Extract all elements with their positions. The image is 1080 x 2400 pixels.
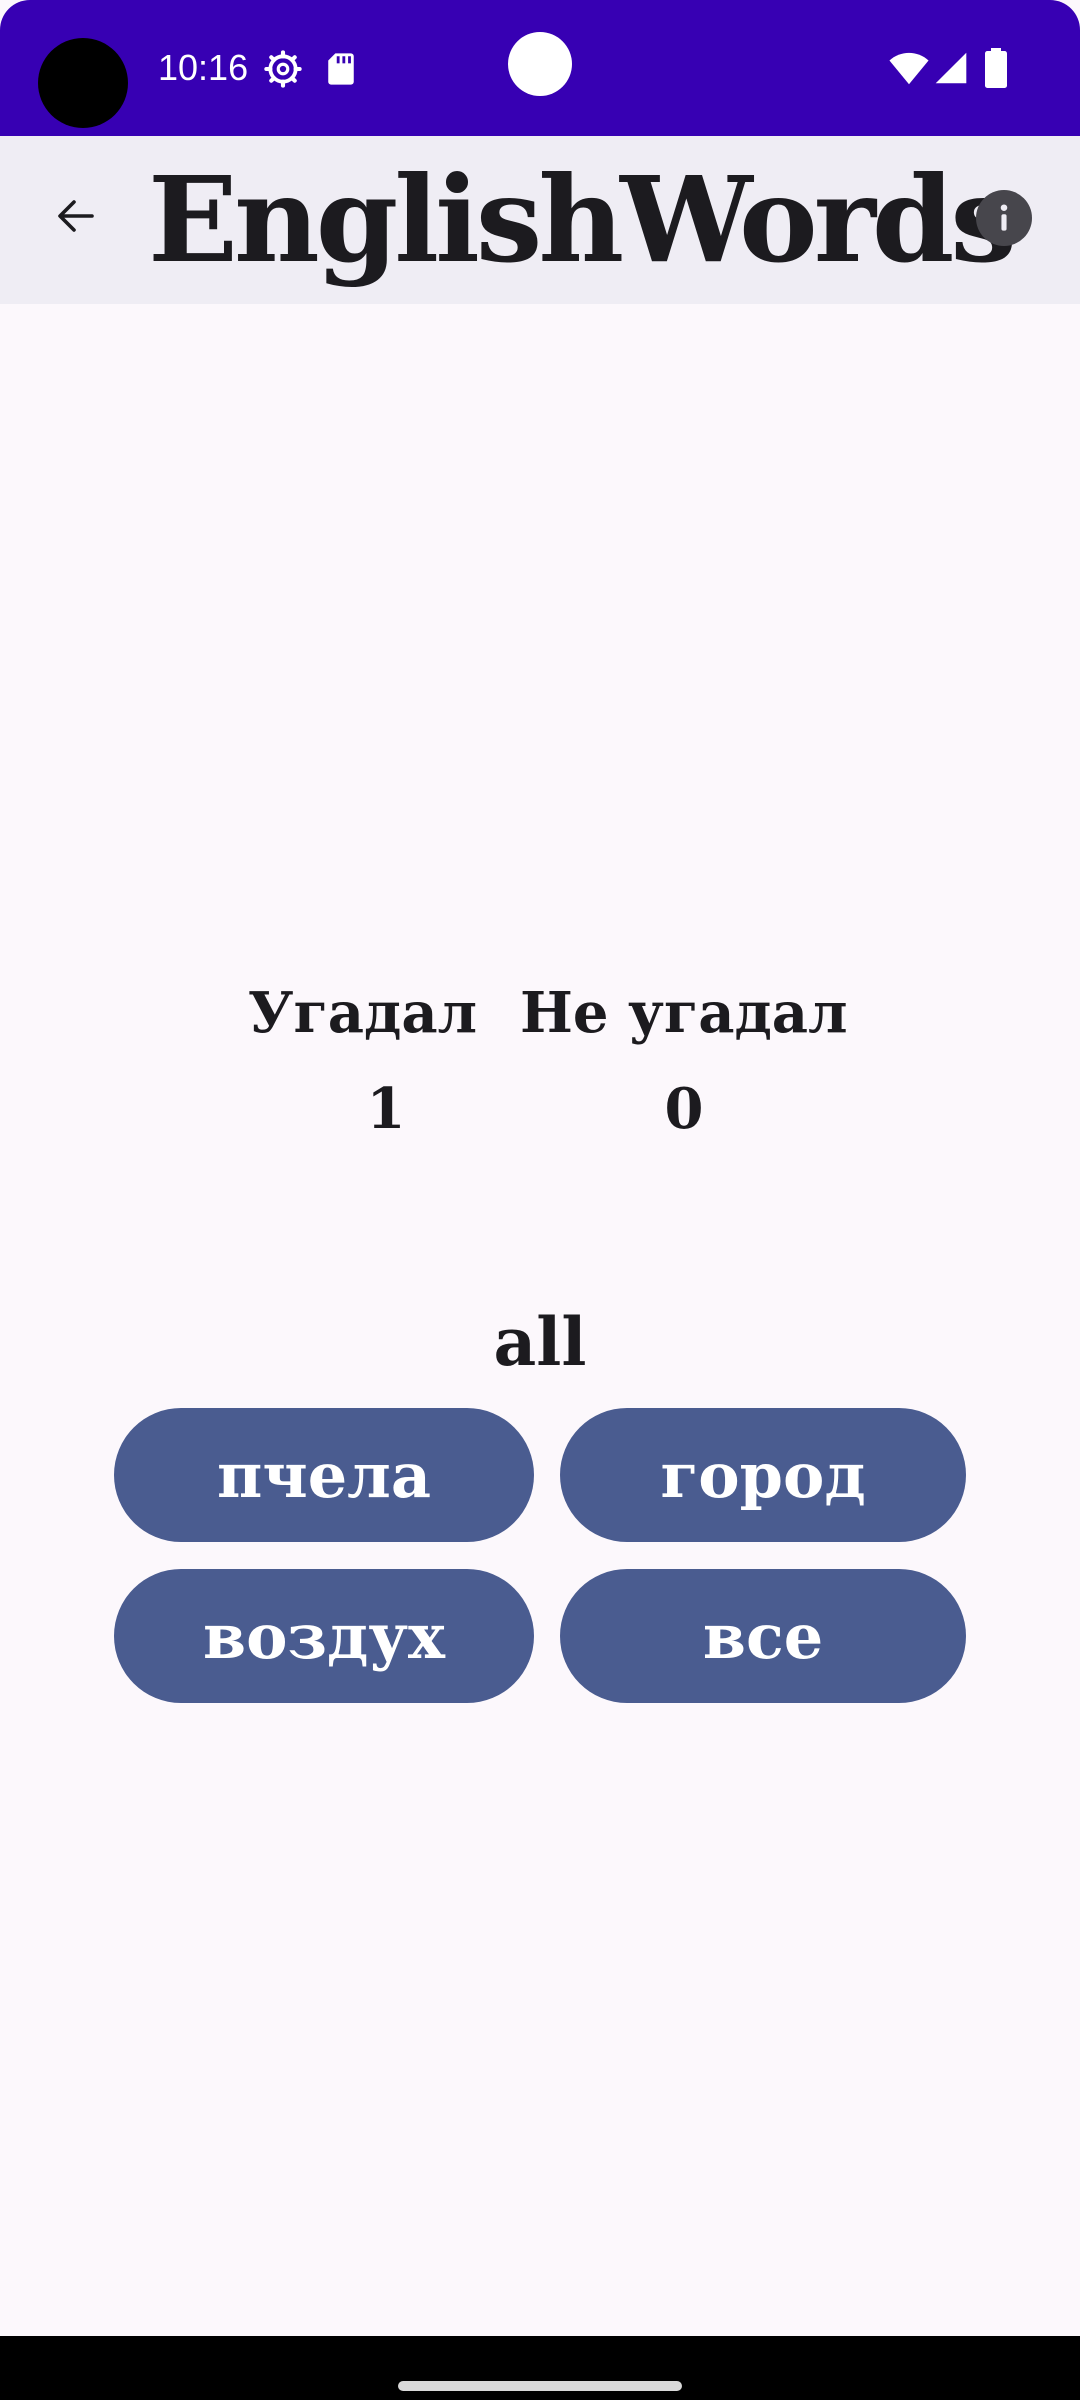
app-title: EnglishWords: [148, 150, 1017, 289]
status-time: 10:16: [158, 47, 249, 88]
camera-cutout: [38, 38, 128, 128]
info-button[interactable]: [976, 190, 1032, 246]
answer-option-2-button[interactable]: город: [560, 1408, 966, 1542]
answer-option-1-button[interactable]: пчела: [114, 1408, 534, 1542]
back-button[interactable]: [40, 180, 112, 252]
front-sensor: [508, 32, 572, 96]
arrow-back-icon: [58, 200, 94, 232]
signal-icon: [935, 52, 967, 84]
sd-card-icon: [328, 53, 354, 85]
battery-icon: [985, 48, 1007, 88]
question-word: all: [493, 1303, 587, 1381]
gear-icon: [264, 50, 302, 88]
home-indicator[interactable]: [398, 2381, 682, 2391]
wrong-label: Не угадал: [520, 980, 848, 1046]
answer-option-3-button[interactable]: воздух: [114, 1569, 534, 1703]
wrong-count: 0: [664, 1076, 704, 1142]
correct-count: 1: [366, 1076, 406, 1142]
wifi-icon: [889, 52, 929, 85]
answer-option-4-button[interactable]: все: [560, 1569, 966, 1703]
status-bar: 10:16: [0, 0, 1080, 136]
top-app-bar: EnglishWords: [0, 136, 1080, 304]
info-icon: [1000, 204, 1008, 231]
correct-label: Угадал: [248, 980, 478, 1046]
